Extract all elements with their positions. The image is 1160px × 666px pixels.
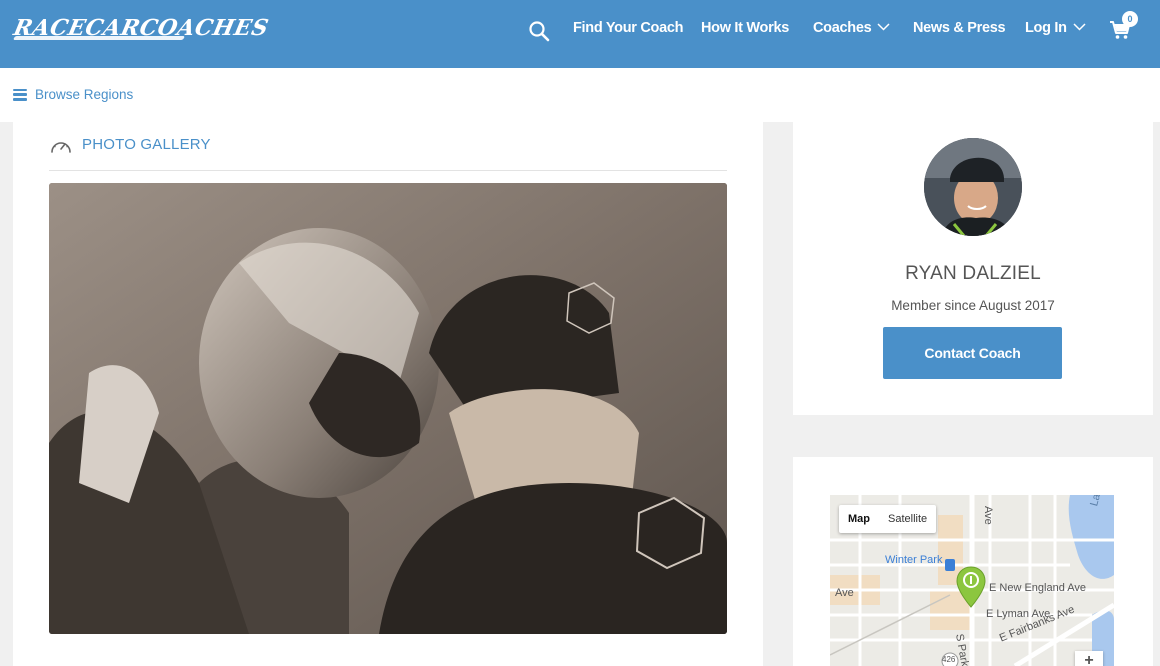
cart-count-badge: 0	[1122, 11, 1138, 27]
nav-how-it-works[interactable]: How It Works	[701, 20, 789, 36]
map-label-route: 426	[942, 655, 956, 664]
map-label-ave-left: Ave	[835, 587, 854, 599]
location-map-card: Map Satellite Winter Park E New England …	[793, 457, 1153, 666]
nav-log-in[interactable]: Log In	[1025, 20, 1086, 36]
map-pin-icon[interactable]	[956, 565, 986, 609]
map-type-toggle: Map Satellite	[839, 505, 937, 533]
chevron-down-icon	[1073, 23, 1086, 31]
gallery-photo[interactable]	[49, 183, 727, 634]
nav-log-in-label: Log In	[1025, 20, 1067, 36]
browse-regions-label: Browse Regions	[35, 87, 134, 102]
section-title: PHOTO GALLERY	[82, 136, 211, 153]
coach-name: RYAN DALZIEL	[905, 263, 1041, 284]
nav-find-your-coach[interactable]: Find Your Coach	[573, 20, 683, 36]
search-icon[interactable]	[528, 20, 550, 42]
chevron-down-icon	[877, 23, 890, 31]
contact-coach-button[interactable]: Contact Coach	[883, 327, 1062, 379]
location-map[interactable]: Map Satellite Winter Park E New England …	[830, 495, 1114, 666]
coach-avatar	[924, 138, 1022, 236]
browse-regions-button[interactable]: Browse Regions	[13, 87, 133, 102]
nav-coaches[interactable]: Coaches	[813, 20, 890, 36]
top-nav: RaceCarCoaches Find Your Coach How It Wo…	[0, 0, 1160, 68]
map-label-ave-top: Ave	[982, 506, 994, 525]
map-label-winter-park: Winter Park	[885, 554, 943, 566]
nav-news-press[interactable]: News & Press	[913, 20, 1006, 36]
map-label-new-england: E New England Ave	[989, 582, 1087, 594]
photo-illustration	[49, 183, 727, 634]
coach-profile-card: RYAN DALZIEL Member since August 2017 Co…	[793, 122, 1153, 415]
map-type-map[interactable]: Map	[839, 505, 879, 533]
hamburger-icon	[13, 88, 27, 101]
speedometer-icon	[51, 142, 71, 153]
map-zoom-in-button[interactable]: +	[1075, 651, 1103, 666]
main-content: PHOTO GALLERY	[13, 122, 763, 666]
secondary-bar: Browse Regions	[0, 68, 1160, 122]
member-since: Member since August 2017	[891, 298, 1055, 313]
logo-swoosh	[12, 36, 186, 40]
photo-gallery-header: PHOTO GALLERY	[49, 136, 727, 171]
map-type-satellite[interactable]: Satellite	[879, 505, 936, 533]
nav-coaches-label: Coaches	[813, 20, 872, 36]
